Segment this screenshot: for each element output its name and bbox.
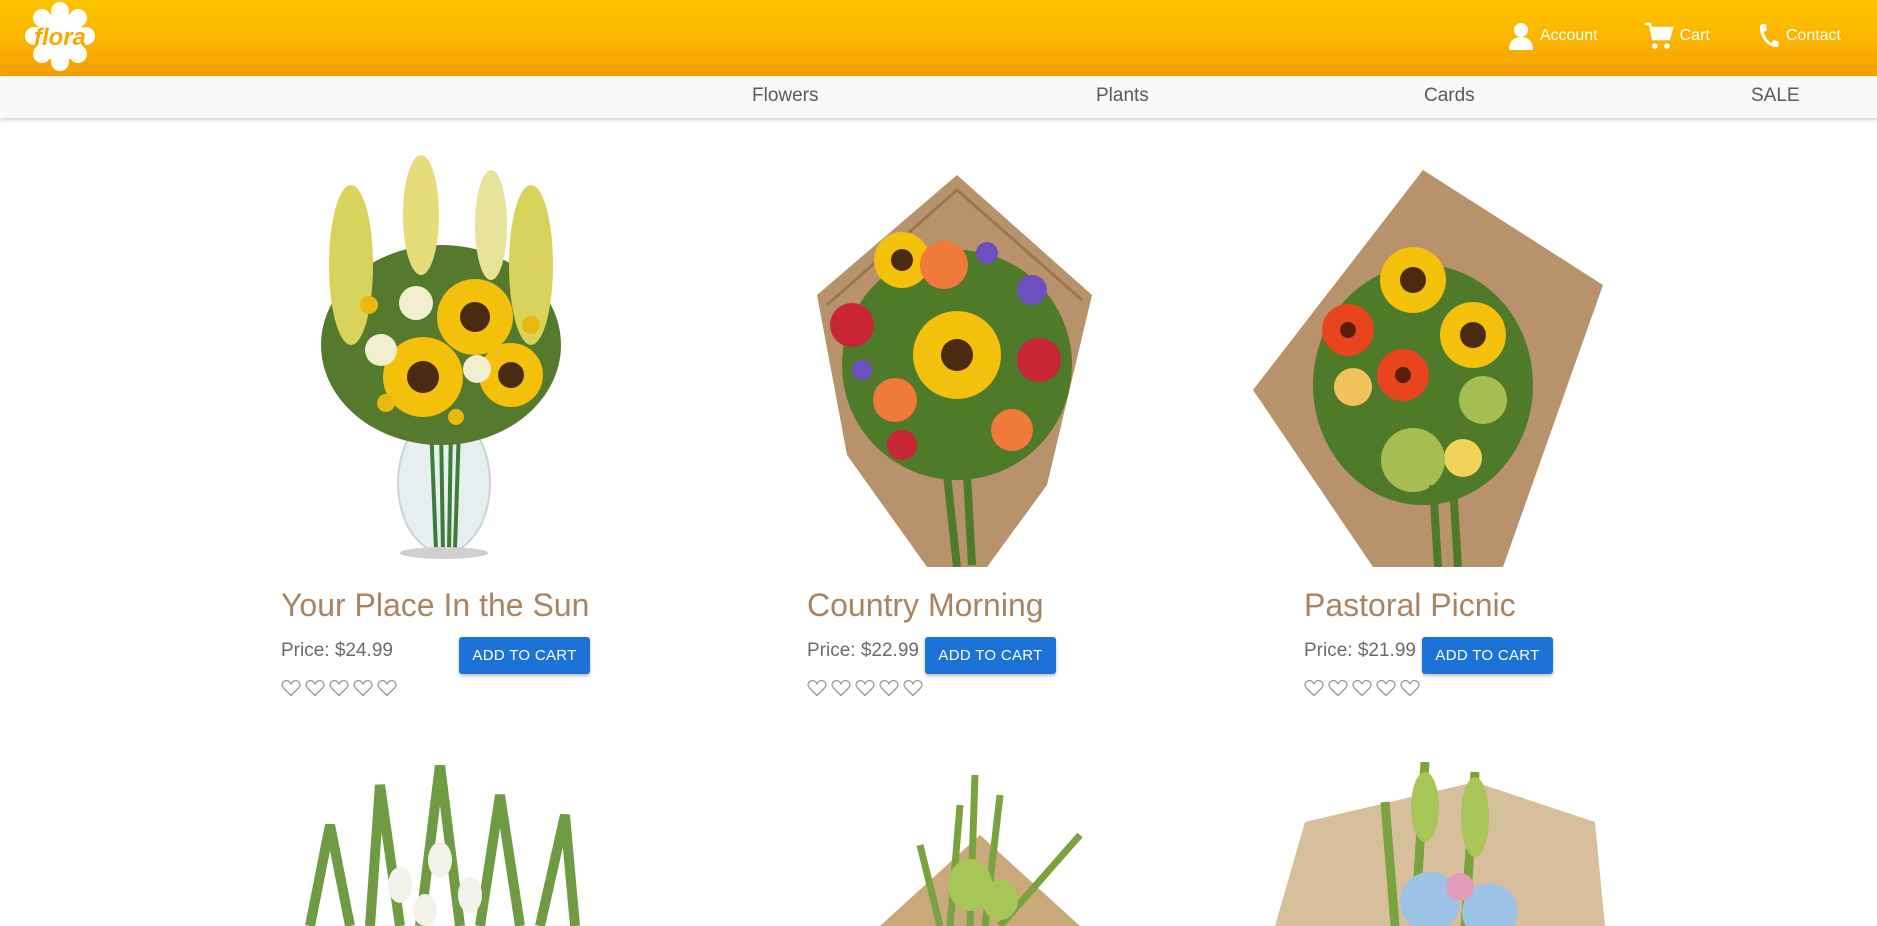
heart-icon[interactable] xyxy=(353,678,373,698)
cart-link[interactable]: Cart xyxy=(1644,20,1710,52)
product-title[interactable]: Pastoral Picnic xyxy=(1304,587,1516,624)
heart-icon[interactable] xyxy=(1400,678,1420,698)
rating-hearts xyxy=(807,678,923,698)
heart-icon[interactable] xyxy=(831,678,851,698)
category-nav: Flowers Plants Cards SALE xyxy=(0,76,1877,118)
product-title[interactable]: Your Place In the Sun xyxy=(281,587,589,624)
top-links: Account Cart Contact xyxy=(1462,20,1841,52)
contact-label: Contact xyxy=(1785,27,1841,44)
heart-icon[interactable] xyxy=(1376,678,1396,698)
contact-link[interactable]: Contact xyxy=(1756,20,1841,52)
heart-icon[interactable] xyxy=(1352,678,1372,698)
heart-icon[interactable] xyxy=(305,678,325,698)
product-price: Price: $24.99 xyxy=(281,640,393,661)
product-image[interactable] xyxy=(281,155,601,567)
account-label: Account xyxy=(1539,27,1598,44)
cart-label: Cart xyxy=(1679,27,1710,44)
heart-icon[interactable] xyxy=(329,678,349,698)
heart-icon[interactable] xyxy=(377,678,397,698)
user-icon xyxy=(1508,23,1533,50)
account-link[interactable]: Account xyxy=(1508,20,1598,52)
heart-icon[interactable] xyxy=(855,678,875,698)
nav-sale[interactable]: SALE xyxy=(1751,85,1800,107)
product-image[interactable] xyxy=(860,765,1100,926)
rating-hearts xyxy=(1304,678,1420,698)
product-price: Price: $22.99 xyxy=(807,640,919,661)
heart-icon[interactable] xyxy=(1304,678,1324,698)
heart-icon[interactable] xyxy=(903,678,923,698)
nav-plants[interactable]: Plants xyxy=(1096,85,1149,107)
cart-icon xyxy=(1644,22,1674,49)
add-to-cart-button[interactable]: ADD TO CART xyxy=(459,637,590,674)
phone-icon xyxy=(1759,24,1779,48)
product-image[interactable] xyxy=(807,155,1107,567)
nav-cards[interactable]: Cards xyxy=(1424,85,1475,107)
heart-icon[interactable] xyxy=(281,678,301,698)
heart-icon[interactable] xyxy=(879,678,899,698)
product-image[interactable] xyxy=(290,765,590,926)
top-header: flora Account Cart Contact xyxy=(0,0,1877,76)
add-to-cart-button[interactable]: ADD TO CART xyxy=(925,637,1056,674)
product-card: Pastoral Picnic Price: $21.99 ADD TO CAR… xyxy=(1253,155,1633,715)
flora-logo[interactable]: flora xyxy=(18,2,102,72)
heart-icon[interactable] xyxy=(807,678,827,698)
product-image[interactable] xyxy=(1275,762,1605,926)
add-to-cart-button[interactable]: ADD TO CART xyxy=(1422,637,1553,674)
product-image[interactable] xyxy=(1253,155,1603,567)
nav-flowers[interactable]: Flowers xyxy=(752,85,819,107)
rating-hearts xyxy=(281,678,397,698)
heart-icon[interactable] xyxy=(1328,678,1348,698)
product-price: Price: $21.99 xyxy=(1304,640,1416,661)
product-card: Country Morning Price: $22.99 ADD TO CAR… xyxy=(807,155,1187,715)
product-card: Your Place In the Sun Price: $24.99 ADD … xyxy=(281,155,661,715)
logo-text: flora xyxy=(34,24,86,51)
product-title[interactable]: Country Morning xyxy=(807,587,1044,624)
